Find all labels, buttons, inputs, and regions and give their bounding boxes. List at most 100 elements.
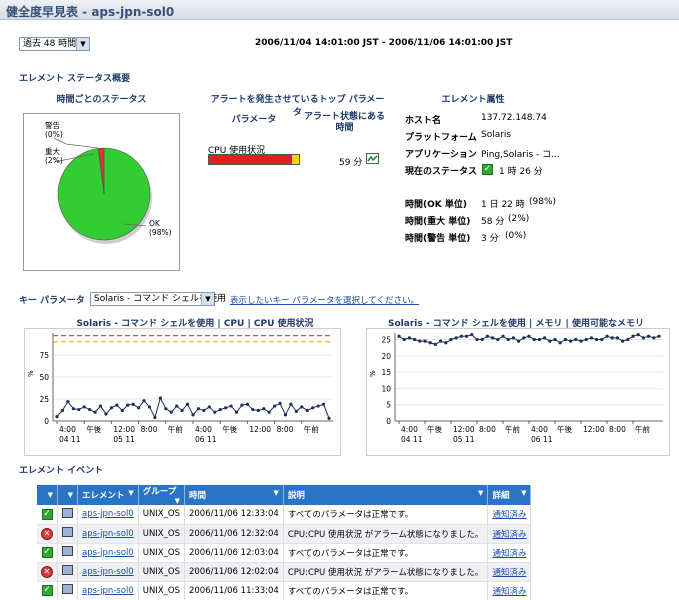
data-point (273, 404, 277, 408)
events-table: ▼ ▼ エレメント ▼ グループ ▼ 時間 ▼ 説明 ▼ 詳細 ▼ ✓ aps-jpn-so… (37, 485, 532, 600)
event-detail-cell[interactable]: 通知済み (487, 543, 532, 563)
col-status-header[interactable]: ▼ (37, 485, 58, 505)
event-element-cell[interactable]: aps-jpn-sol0 (77, 505, 139, 525)
data-point (180, 408, 184, 413)
table-row: ✓ aps-jpn-sol0 UNIX_OS 2006/11/06 12:33:04 す… (37, 505, 532, 525)
detail-link[interactable]: 通知済み (492, 549, 526, 559)
alarm-time-bar (208, 154, 300, 165)
col-element-header[interactable]: エレメント ▼ (77, 485, 139, 505)
chevron-down-icon: ▼ (478, 489, 484, 497)
event-detail-cell[interactable]: 通知済み (487, 562, 532, 582)
data-point (93, 410, 97, 414)
time-span-text: 2006/11/04 14:01:00 JST - 2006/11/06 14:… (255, 38, 513, 48)
pie-label-critical: 重大 (2%) (45, 147, 63, 165)
col-detail-header[interactable]: 詳細 ▼ (487, 485, 532, 505)
time-range-select[interactable]: 過去 48 時間 ▼ (19, 37, 90, 51)
data-point (636, 333, 640, 337)
data-point (641, 336, 645, 340)
detail-link[interactable]: 通知済み (492, 530, 526, 540)
col-group-header[interactable]: グループ ▼ (138, 485, 185, 505)
y-tick-label: 25 (381, 336, 391, 345)
data-point (517, 339, 521, 343)
event-status-cell: ✓ (37, 543, 58, 563)
y-tick-label: 75 (39, 351, 49, 360)
data-point (444, 341, 448, 345)
data-point (131, 402, 135, 406)
event-group-cell: UNIX_OS (138, 562, 185, 582)
data-point (605, 334, 609, 338)
data-point (207, 405, 211, 409)
table-row: ✓ aps-jpn-sol0 UNIX_OS 2006/11/06 12:03:04 す… (37, 543, 532, 563)
event-detail-cell[interactable]: 通知済み (487, 524, 532, 544)
data-point (397, 334, 401, 338)
data-point (196, 407, 201, 411)
event-element-cell[interactable]: aps-jpn-sol0 (77, 524, 139, 544)
data-point (82, 405, 86, 409)
data-point (657, 334, 661, 338)
top-params-col-alarm-time: アラート状態にある時間 (303, 112, 385, 133)
detail-link[interactable]: 通知済み (492, 510, 526, 520)
hourly-status-pie-box: 警告 (0%) 重大 (2%) OK (98%) (23, 113, 180, 271)
select-key-params-link[interactable]: 表示したいキー パラメータを選択してください。 (230, 294, 419, 306)
x-tick-label: 12:00 (583, 425, 605, 434)
x-tick-date-label: 04 11 (59, 435, 81, 444)
events-heading: エレメント イベント (19, 466, 104, 476)
data-point (553, 337, 557, 342)
cpu-chart-box: 0 25 50 75% 4:00 04 11 午後 12:00 05 11 8:00 午前 4:00 0… (24, 328, 341, 456)
x-tick-date-label: 06 11 (531, 435, 553, 444)
monitor-icon (62, 546, 73, 556)
data-point (316, 404, 320, 408)
x-tick-date-label: 06 11 (195, 435, 217, 444)
element-link[interactable]: aps-jpn-sol0 (82, 586, 134, 596)
key-params-select[interactable]: Solaris - コマンド シェルを使用 ▼ (90, 292, 226, 306)
data-point (256, 408, 260, 413)
events-table-wrap: ▼ ▼ エレメント ▼ グループ ▼ 時間 ▼ 説明 ▼ 詳細 ▼ ✓ aps-jpn-so… (37, 485, 532, 600)
col-time-header[interactable]: 時間 ▼ (184, 485, 284, 505)
x-tick-label: 8:00 (609, 425, 626, 434)
cpu-usage-line-chart: 0255075%4:0004 11午後 12:0005 118:00 午前 4:000… (27, 333, 333, 444)
graph-icon[interactable] (366, 153, 379, 164)
memory-chart-box: 0 5 10 15 20 25% 4:00 04 11 午後 12:00 05 11 8:00 午前 4:… (366, 328, 670, 456)
event-group-cell: UNIX_OS (138, 581, 185, 600)
data-point (621, 339, 625, 343)
chevron-down-icon: ▼ (201, 293, 214, 305)
time-range-value: 過去 48 時間 (23, 39, 77, 49)
event-detail-cell[interactable]: 通知済み (487, 505, 532, 525)
y-tick-label: 0 (44, 417, 49, 426)
element-link[interactable]: aps-jpn-sol0 (82, 567, 134, 577)
col-type-header[interactable]: ▼ (57, 485, 78, 505)
detail-link[interactable]: 通知済み (492, 587, 526, 597)
monitor-icon (62, 527, 73, 537)
x-tick-date-label: 05 11 (453, 435, 475, 444)
element-link[interactable]: aps-jpn-sol0 (82, 548, 134, 558)
attr-value-application: Ping,Solaris - コ... (481, 150, 560, 160)
event-time-cell: 2006/11/06 11:33:04 (184, 581, 284, 600)
x-tick-label: 午後 (222, 424, 237, 434)
event-element-cell[interactable]: aps-jpn-sol0 (77, 562, 139, 582)
element-status-heading: エレメント ステータス概要 (19, 74, 131, 84)
chevron-down-icon: ▼ (76, 38, 89, 50)
col-description-header[interactable]: 説明 ▼ (283, 485, 489, 505)
data-point (305, 408, 309, 413)
status-critical-icon: ✕ (41, 565, 53, 578)
event-element-cell[interactable]: aps-jpn-sol0 (77, 581, 139, 600)
data-point (428, 341, 432, 345)
data-point (589, 336, 593, 340)
key-params-label: キー パラメータ (19, 296, 85, 306)
x-tick-date-label: 05 11 (113, 435, 135, 444)
element-link[interactable]: aps-jpn-sol0 (82, 529, 134, 539)
event-detail-cell[interactable]: 通知済み (487, 581, 532, 600)
event-group-cell: UNIX_OS (138, 524, 185, 544)
data-point (574, 337, 578, 342)
data-point (185, 402, 190, 406)
data-point (240, 403, 244, 407)
data-point (439, 339, 443, 343)
y-axis-label: % (27, 370, 35, 377)
element-link[interactable]: aps-jpn-sol0 (82, 509, 134, 519)
event-element-cell[interactable]: aps-jpn-sol0 (77, 543, 139, 563)
detail-link[interactable]: 通知済み (492, 568, 526, 578)
data-point (229, 404, 233, 408)
duration-pct-ok: (98%) (529, 197, 557, 207)
pie-label-warning: 警告 (0%) (45, 121, 63, 139)
data-point (71, 407, 75, 411)
